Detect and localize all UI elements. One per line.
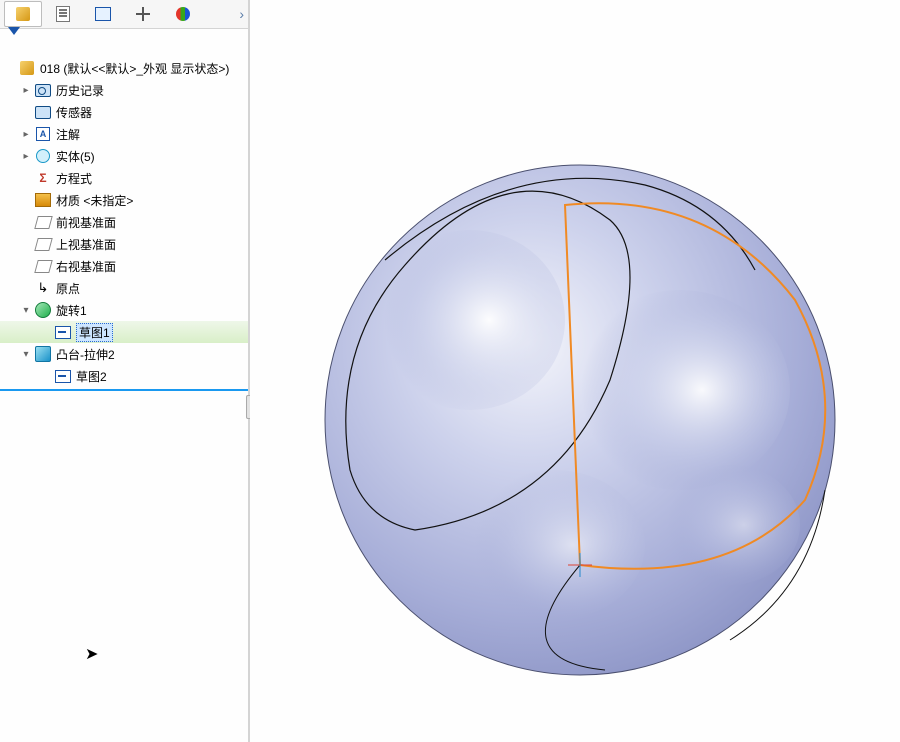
equations-label: 方程式 (56, 170, 92, 187)
sketch1-label: 草图1 (76, 323, 113, 342)
sensor-icon (34, 103, 52, 121)
tree-item-revolve1[interactable]: ▾ 旋转1 (0, 299, 248, 321)
tab-configurations[interactable] (84, 1, 122, 27)
part-icon (18, 59, 36, 77)
tab-property-manager[interactable] (44, 1, 82, 27)
property-icon (56, 6, 70, 22)
tab-dimxpert[interactable] (124, 1, 162, 27)
material-label: 材质 <未指定> (56, 192, 133, 209)
app-root: › ▸ 018 (默认<<默认>_外观 显示状态>) ▸ 历史记录 ▸ 传感器 (0, 0, 900, 742)
tree-item-history[interactable]: ▸ 历史记录 (0, 79, 248, 101)
tree-item-plane-front[interactable]: ▸ 前视基准面 (0, 211, 248, 233)
graphics-viewport[interactable] (250, 0, 900, 742)
history-icon (34, 81, 52, 99)
history-label: 历史记录 (56, 82, 104, 99)
tree-item-equations[interactable]: ▸ Σ 方程式 (0, 167, 248, 189)
tree-item-plane-right[interactable]: ▸ 右视基准面 (0, 255, 248, 277)
root-label: 018 (默认<<默认>_外观 显示状态>) (40, 60, 229, 77)
filter-icon[interactable] (8, 35, 20, 49)
cursor-icon: ➤ (85, 644, 98, 664)
tree-item-material[interactable]: ▸ 材质 <未指定> (0, 189, 248, 211)
tab-display-manager[interactable] (164, 1, 202, 27)
tab-overflow-icon[interactable]: › (239, 6, 244, 22)
origin-icon: ↳ (34, 279, 52, 297)
annotation-icon: A (34, 125, 52, 143)
model-sphere (250, 0, 900, 742)
plane-icon (34, 235, 52, 253)
sketch2-label: 草图2 (76, 368, 107, 385)
dimxpert-icon (136, 7, 150, 21)
equation-icon: Σ (34, 169, 52, 187)
tab-feature-tree[interactable] (4, 1, 42, 27)
plane-top-label: 上视基准面 (56, 236, 116, 253)
plane-front-label: 前视基准面 (56, 214, 116, 231)
tree-item-solids[interactable]: ▸ 实体(5) (0, 145, 248, 167)
extrude-icon (34, 345, 52, 363)
feature-manager-panel: › ▸ 018 (默认<<默认>_外观 显示状态>) ▸ 历史记录 ▸ 传感器 (0, 0, 250, 742)
revolve-icon (34, 301, 52, 319)
tree-root-part[interactable]: ▸ 018 (默认<<默认>_外观 显示状态>) (0, 57, 248, 79)
tree-item-sketch2[interactable]: ▸ 草图2 (0, 365, 248, 387)
annotations-label: 注解 (56, 126, 80, 143)
config-icon (95, 7, 111, 21)
sketch-icon (54, 323, 72, 341)
revolve1-label: 旋转1 (56, 302, 87, 319)
sidebar-tab-bar: › (0, 0, 248, 29)
extrude2-label: 凸台-拉伸2 (56, 346, 115, 363)
tree-item-origin[interactable]: ▸ ↳ 原点 (0, 277, 248, 299)
filter-bar (0, 29, 248, 55)
rollback-bar[interactable] (0, 389, 248, 391)
tree-item-extrude2[interactable]: ▾ 凸台-拉伸2 (0, 343, 248, 365)
tree-item-plane-top[interactable]: ▸ 上视基准面 (0, 233, 248, 255)
plane-icon (34, 213, 52, 231)
plane-right-label: 右视基准面 (56, 258, 116, 275)
material-icon (34, 191, 52, 209)
plane-icon (34, 257, 52, 275)
sensors-label: 传感器 (56, 104, 92, 121)
origin-label: 原点 (56, 280, 80, 297)
tree-item-sketch1[interactable]: ▸ 草图1 ➤ (0, 321, 248, 343)
feature-tree-icon (16, 7, 30, 21)
tree-item-annotations[interactable]: ▸ A 注解 (0, 123, 248, 145)
tree-item-sensors[interactable]: ▸ 传感器 (0, 101, 248, 123)
solids-label: 实体(5) (56, 148, 95, 165)
feature-tree: ▸ 018 (默认<<默认>_外观 显示状态>) ▸ 历史记录 ▸ 传感器 ▸ … (0, 55, 248, 742)
display-icon (176, 7, 190, 21)
solid-icon (34, 147, 52, 165)
sketch-icon (54, 367, 72, 385)
